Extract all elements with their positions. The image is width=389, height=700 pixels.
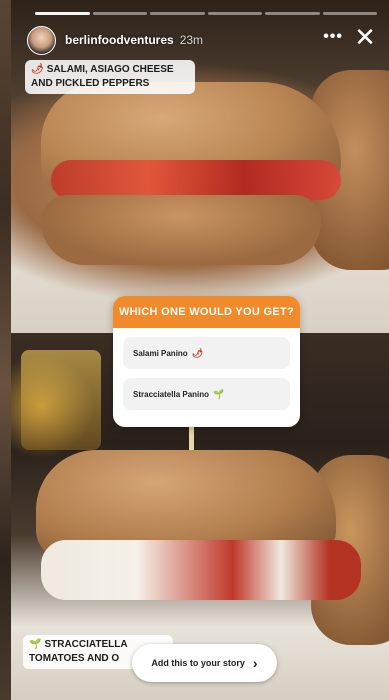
beer-glass xyxy=(21,350,101,450)
close-icon[interactable]: ✕ xyxy=(351,24,379,52)
progress-segment xyxy=(322,12,377,15)
bread-bottom-half xyxy=(41,195,321,265)
background-strip xyxy=(0,0,11,700)
top-caption-text: SALAMI, ASIAGO CHEESE AND PICKLED PEPPER… xyxy=(31,64,174,89)
sprout-icon: 🌱 xyxy=(213,388,225,399)
progress-segment xyxy=(150,12,205,15)
more-dots-icon[interactable]: ••• xyxy=(323,28,343,46)
progress-segment xyxy=(92,12,147,15)
poll-option-stracciatella[interactable]: Stracciatella Panino 🌱 xyxy=(123,378,290,410)
add-to-story-button[interactable]: Add this to your story › xyxy=(132,644,277,682)
sprout-icon: 🌱 xyxy=(29,639,42,650)
poll-option-salami[interactable]: Salami Panino 🌶 xyxy=(123,337,290,369)
poll-question: WHICH ONE WOULD YOU GET? xyxy=(113,296,300,328)
post-time: 23m xyxy=(179,33,204,47)
progress-segment xyxy=(265,12,320,15)
story-header: berlinfoodventures 23m ••• ✕ xyxy=(27,24,379,56)
poll-sticker: WHICH ONE WOULD YOU GET? Salami Panino 🌶… xyxy=(113,296,300,427)
pepper-filling xyxy=(51,160,341,200)
progress-segment xyxy=(35,12,90,15)
chevron-right-icon: › xyxy=(252,655,258,671)
poll-option-label: Stracciatella Panino xyxy=(133,389,210,399)
pepper-icon: 🌶 xyxy=(31,64,44,75)
story-viewer[interactable]: berlinfoodventures 23m ••• ✕ 🌶 SALAMI, AS… xyxy=(11,0,389,700)
story-progress-bar xyxy=(35,12,377,15)
bottom-caption-text: STRACCIATELLA TOMATOES AND O xyxy=(29,639,128,664)
poll-option-label: Salami Panino xyxy=(133,348,188,358)
avatar[interactable] xyxy=(27,25,56,55)
stracciatella-filling xyxy=(41,540,361,600)
pepper-icon: 🌶 xyxy=(191,347,204,358)
top-caption: 🌶 SALAMI, ASIAGO CHEESE AND PICKLED PEPPE… xyxy=(25,60,195,94)
add-to-story-label: Add this to your story xyxy=(151,658,245,668)
progress-segment xyxy=(207,12,262,15)
username[interactable]: berlinfoodventures xyxy=(65,33,174,47)
